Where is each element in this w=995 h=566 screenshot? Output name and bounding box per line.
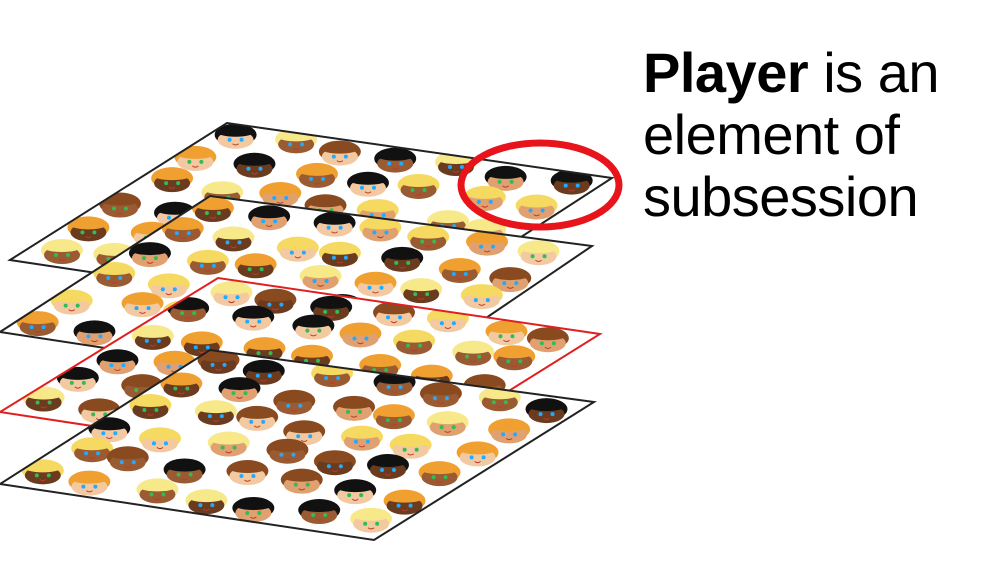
caption: Player is an element of subsession (643, 42, 939, 228)
caption-line-1-rest: is an (808, 41, 939, 104)
caption-line-2: element of (643, 103, 900, 166)
caption-line-1: Player is an (643, 42, 939, 104)
caption-bold-word: Player (643, 41, 809, 104)
caption-line-3: subsession (643, 165, 919, 228)
